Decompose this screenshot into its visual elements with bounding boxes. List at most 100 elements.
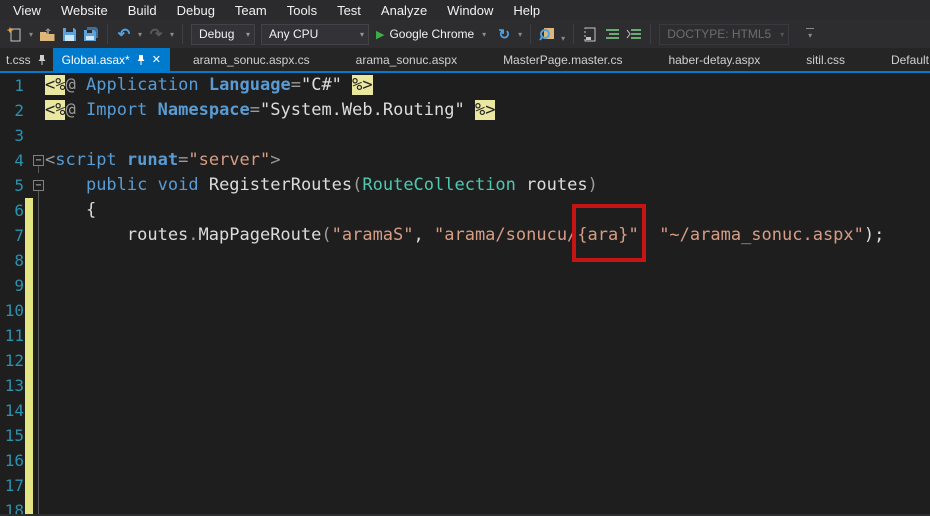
change-tracking-bar [25, 473, 33, 498]
comment-lines-button[interactable] [601, 23, 623, 45]
platform-combo[interactable]: Any CPU ▾ [261, 24, 369, 45]
tab-default-aspx[interactable]: Default.aspx [868, 48, 930, 71]
chevron-down-icon: ▾ [240, 30, 250, 39]
refresh-dropdown[interactable]: ▾ [515, 30, 525, 39]
change-tracking-empty [25, 98, 33, 123]
code-editor[interactable]: 1<%@ Application Language="C#" %>2<%@ Im… [0, 73, 930, 514]
menu-analyze[interactable]: Analyze [371, 1, 437, 20]
refresh-button[interactable]: ↻ [493, 23, 515, 45]
tab-global-asax[interactable]: Global.asax* ✕ [53, 48, 170, 71]
tab-haber-detay-aspx[interactable]: haber-detay.aspx [645, 48, 783, 71]
code-line-5[interactable]: 5− public void RegisterRoutes(RouteColle… [0, 173, 930, 198]
open-file-button[interactable] [36, 23, 58, 45]
add-new-item-button[interactable] [4, 23, 26, 45]
comment-lines-icon [605, 28, 620, 41]
menu-website[interactable]: Website [51, 1, 118, 20]
uncomment-lines-icon [626, 28, 642, 41]
code-line-12[interactable]: 12 [0, 348, 930, 373]
line-number: 12 [0, 348, 24, 373]
code-line-8[interactable]: 8 [0, 248, 930, 273]
code-line-14[interactable]: 14 [0, 398, 930, 423]
code-line-17[interactable]: 17 [0, 473, 930, 498]
tab-label: Global.asax* [62, 53, 130, 67]
code-text: <%@ Import Namespace="System.Web.Routing… [45, 98, 495, 123]
fold-column [33, 373, 45, 398]
change-tracking-bar [25, 348, 33, 373]
solution-config-combo[interactable]: Debug ▾ [191, 24, 255, 45]
fold-column [33, 348, 45, 373]
refresh-icon: ↻ [498, 27, 510, 41]
toolbar-separator [573, 24, 574, 44]
fold-collapse-icon[interactable]: − [33, 155, 44, 166]
tab-masterpage-master-cs[interactable]: MasterPage.master.cs [480, 48, 645, 71]
menu-view[interactable]: View [3, 1, 51, 20]
code-line-1[interactable]: 1<%@ Application Language="C#" %> [0, 73, 930, 98]
tab-pinned-css[interactable]: t.css [0, 48, 53, 71]
tab-sitil-css[interactable]: sitil.css [783, 48, 868, 71]
menu-test[interactable]: Test [327, 1, 371, 20]
fold-column [33, 423, 45, 448]
menu-team[interactable]: Team [225, 1, 277, 20]
menu-tools[interactable]: Tools [277, 1, 327, 20]
fold-column: − [33, 173, 45, 198]
vs-window: ViewWebsiteBuildDebugTeamToolsTestAnalyz… [0, 0, 930, 516]
code-line-9[interactable]: 9 [0, 273, 930, 298]
tab-arama-sonuc-aspx[interactable]: arama_sonuc.aspx [333, 48, 480, 71]
close-icon[interactable]: ✕ [152, 53, 161, 66]
code-text: routes.MapPageRoute("aramaS", "arama/son… [45, 223, 884, 248]
change-tracking-bar [25, 298, 33, 323]
fold-column [33, 98, 45, 123]
change-tracking-bar [25, 448, 33, 473]
find-dropdown[interactable]: ▾ [558, 34, 568, 43]
undo-button[interactable]: ↶ [113, 23, 135, 45]
menu-window[interactable]: Window [437, 1, 503, 20]
code-line-15[interactable]: 15 [0, 423, 930, 448]
change-tracking-empty [25, 123, 33, 148]
pin-icon[interactable] [37, 54, 47, 66]
code-line-13[interactable]: 13 [0, 373, 930, 398]
redo-button[interactable]: ↷ [145, 23, 167, 45]
code-line-11[interactable]: 11 [0, 323, 930, 348]
fold-column [33, 398, 45, 423]
format-document-button[interactable] [579, 23, 601, 45]
menu-build[interactable]: Build [118, 1, 167, 20]
new-item-dropdown[interactable]: ▾ [26, 30, 36, 39]
pin-icon[interactable] [136, 54, 146, 66]
save-all-button[interactable] [80, 23, 102, 45]
change-tracking-empty [25, 73, 33, 98]
code-line-7[interactable]: 7 routes.MapPageRoute("aramaS", "arama/s… [0, 223, 930, 248]
toolbar-separator [530, 24, 531, 44]
redo-dropdown[interactable]: ▾ [167, 30, 177, 39]
menu-bar: ViewWebsiteBuildDebugTeamToolsTestAnalyz… [0, 0, 930, 20]
undo-icon: ↶ [118, 27, 131, 42]
code-line-18[interactable]: 18 [0, 498, 930, 514]
code-line-16[interactable]: 16 [0, 448, 930, 473]
code-line-2[interactable]: 2<%@ Import Namespace="System.Web.Routin… [0, 98, 930, 123]
start-debug-button[interactable]: ▶ Google Chrome ▾ [376, 27, 489, 41]
chevron-down-icon: ▾ [774, 30, 784, 39]
fold-column [33, 473, 45, 498]
code-line-4[interactable]: 4−<script runat="server"> [0, 148, 930, 173]
find-in-files-icon [539, 26, 556, 42]
fold-column [33, 298, 45, 323]
menu-help[interactable]: Help [503, 1, 550, 20]
code-line-6[interactable]: 6 { [0, 198, 930, 223]
change-tracking-bar [25, 273, 33, 298]
start-dropdown[interactable]: ▾ [479, 30, 489, 39]
undo-dropdown[interactable]: ▾ [135, 30, 145, 39]
fold-column [33, 323, 45, 348]
toolbar-overflow-button[interactable]: ▾ [802, 28, 818, 40]
code-line-10[interactable]: 10 [0, 298, 930, 323]
menu-debug[interactable]: Debug [167, 1, 225, 20]
change-tracking-bar [25, 248, 33, 273]
save-button[interactable] [58, 23, 80, 45]
code-text: public void RegisterRoutes(RouteCollecti… [45, 173, 598, 198]
find-in-files-button[interactable] [536, 23, 558, 45]
line-number: 6 [0, 198, 24, 223]
uncomment-lines-button[interactable] [623, 23, 645, 45]
code-line-3[interactable]: 3 [0, 123, 930, 148]
toolbar-separator [107, 24, 108, 44]
fold-collapse-icon[interactable]: − [33, 180, 44, 191]
tab-arama-sonuc-aspx-cs[interactable]: arama_sonuc.aspx.cs [170, 48, 333, 71]
code-lines: 1<%@ Application Language="C#" %>2<%@ Im… [0, 73, 930, 514]
